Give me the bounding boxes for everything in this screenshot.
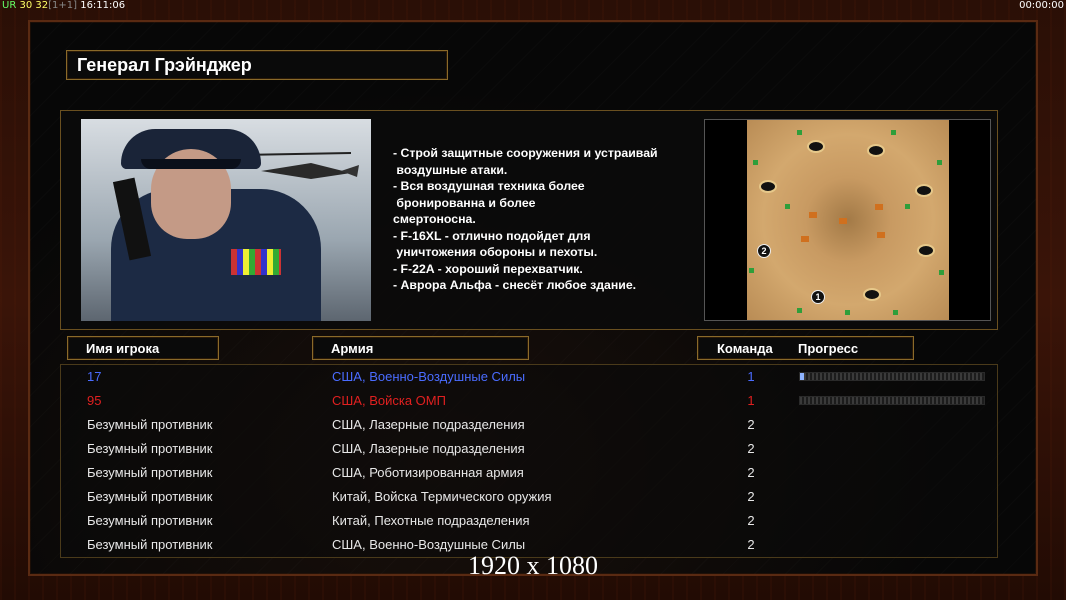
general-description: - Строй защитные сооружения и устраивай …	[393, 145, 703, 294]
player-team: 2	[747, 417, 755, 432]
player-row: 17 США, Военно-Воздушные Силы 1	[61, 367, 999, 391]
player-row: 95 США, Войска ОМП 1	[61, 391, 999, 415]
player-row: Безумный противник США, Роботизированная …	[61, 463, 999, 487]
player-army: США, Военно-Воздушные Силы	[332, 369, 526, 384]
description-line: - Вся воздушная техника более	[393, 179, 585, 193]
minimap-frame: 2 1	[704, 119, 991, 321]
description-line: уничтожения обороны и пехоты.	[393, 245, 598, 259]
general-portrait	[81, 119, 371, 321]
player-army: США, Военно-Воздушные Силы	[332, 537, 526, 552]
column-header-army: Армия	[312, 336, 529, 360]
player-row: Безумный противник Китай, Пехотные подраз…	[61, 511, 999, 535]
loading-progress-bar	[799, 396, 985, 405]
player-row: Безумный противник США, Лазерные подразде…	[61, 439, 999, 463]
player-team: 2	[747, 465, 755, 480]
general-info-panel: - Строй защитные сооружения и устраивай …	[60, 110, 998, 330]
description-line: - Аврора Альфа - снесёт любое здание.	[393, 278, 637, 292]
hud-stats: UR 30 32[1+1] 16:11:06	[2, 0, 125, 11]
minimap: 2 1	[747, 120, 949, 320]
player-name: Безумный противник	[87, 489, 213, 504]
column-header-team: Команда	[717, 341, 773, 356]
player-army: Китай, Пехотные подразделения	[332, 513, 530, 528]
player-row: Безумный противник США, Лазерные подразде…	[61, 415, 999, 439]
player-team: 2	[747, 489, 755, 504]
player-army: США, Лазерные подразделения	[332, 441, 525, 456]
player-name: 95	[87, 393, 102, 408]
player-name: Безумный противник	[87, 513, 213, 528]
player-army: США, Войска ОМП	[332, 393, 446, 408]
player-list: 17 США, Военно-Воздушные Силы 1 95 США, Войс…	[60, 364, 998, 558]
net-status: [1+1]	[48, 0, 78, 11]
player-name: Безумный противник	[87, 417, 213, 432]
oil-derrick-icon	[863, 288, 881, 301]
column-header-name: Имя игрока	[67, 336, 219, 360]
player-army: Китай, Войска Термического оружия	[332, 489, 552, 504]
player-army: США, Роботизированная армия	[332, 465, 524, 480]
player-row: Безумный противник Китай, Войска Термичес…	[61, 487, 999, 511]
description-line: бронированна и более	[393, 195, 536, 210]
player-army: США, Лазерные подразделения	[332, 417, 525, 432]
loading-progress-bar	[799, 372, 985, 381]
spawn-marker[interactable]: 2	[757, 244, 771, 258]
player-team: 1	[747, 393, 755, 408]
oil-derrick-icon	[917, 244, 935, 257]
oil-derrick-icon	[807, 140, 825, 153]
description-line: - Строй защитные сооружения и устраивай	[393, 146, 658, 160]
player-team: 2	[747, 513, 755, 528]
player-name: Безумный противник	[87, 465, 213, 480]
oil-derrick-icon	[759, 180, 777, 193]
description-line: - F-22A - хороший перехватчик.	[393, 261, 583, 276]
general-title-box: Генерал Грэйнджер	[66, 50, 448, 80]
player-name: Безумный противник	[87, 537, 213, 552]
spawn-marker[interactable]: 1	[811, 290, 825, 304]
oil-derrick-icon	[915, 184, 933, 197]
medal-ribbons	[231, 249, 281, 275]
column-header-progress: Прогресс	[798, 341, 859, 356]
ur-label: UR	[2, 0, 17, 11]
player-team: 2	[747, 537, 755, 552]
player-name: Безумный противник	[87, 441, 213, 456]
player-name: 17	[87, 369, 102, 384]
resolution-watermark: 1920 x 1080	[468, 551, 598, 580]
oil-derrick-icon	[867, 144, 885, 157]
game-timer: 00:00:00	[1019, 0, 1064, 11]
player-team: 2	[747, 441, 755, 456]
description-line: воздушные атаки.	[393, 162, 508, 177]
column-header-team-progress: Команда Прогресс	[697, 336, 914, 360]
clock: 16:11:06	[80, 0, 126, 11]
player-team: 1	[747, 369, 755, 384]
progress-fill	[800, 373, 804, 380]
description-line: - F-16XL - отлично подойдет для	[393, 228, 591, 243]
general-title: Генерал Грэйнджер	[77, 55, 252, 75]
fps-counter: 30 32	[19, 0, 49, 11]
description-line: смертоносна.	[393, 212, 476, 226]
